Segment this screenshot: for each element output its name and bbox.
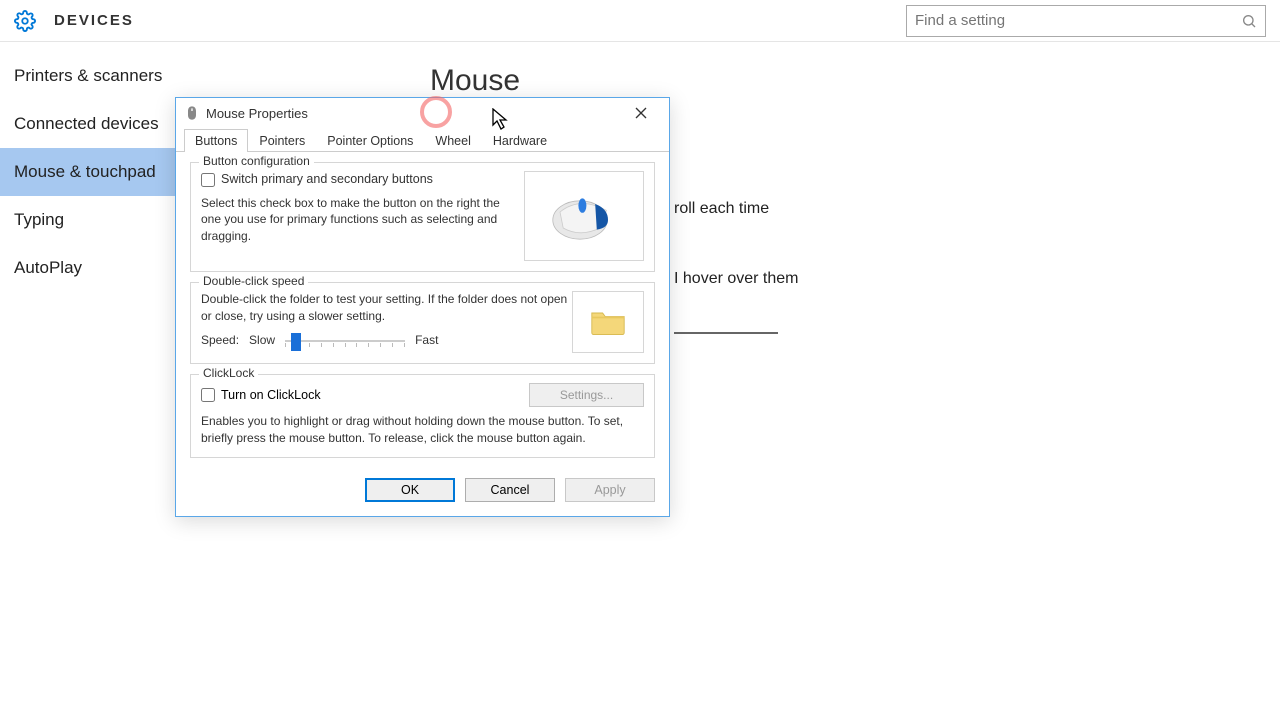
clicklock-desc: Enables you to highlight or drag without… (201, 413, 644, 447)
clicklock-row[interactable]: Turn on ClickLock (201, 388, 321, 402)
bg-underline (674, 332, 778, 334)
cursor-icon (492, 108, 510, 130)
group-clicklock: ClickLock Turn on ClickLock Settings... … (190, 374, 655, 458)
section-title: DEVICES (54, 12, 134, 29)
switch-buttons-row[interactable]: Switch primary and secondary buttons (201, 171, 516, 189)
cancel-button[interactable]: Cancel (465, 478, 555, 502)
mouse-icon (184, 105, 200, 121)
clicklock-settings-button: Settings... (529, 383, 644, 407)
clicklock-label: Turn on ClickLock (221, 388, 321, 402)
search-box[interactable] (906, 5, 1266, 37)
slow-label: Slow (249, 332, 275, 349)
group-legend-dc: Double-click speed (199, 274, 308, 288)
speed-label: Speed: (201, 332, 239, 349)
slider-thumb[interactable] (291, 333, 301, 351)
ok-button[interactable]: OK (365, 478, 455, 502)
button-config-desc: Select this check box to make the button… (201, 195, 516, 245)
bg-text: roll each time I hover over them (674, 200, 799, 340)
mouse-properties-dialog: Mouse Properties Buttons Pointers Pointe… (175, 97, 670, 517)
gear-icon (14, 10, 36, 32)
close-button[interactable] (621, 101, 661, 125)
search-input[interactable] (915, 12, 1241, 29)
click-indicator (420, 96, 452, 128)
tab-pointer-options[interactable]: Pointer Options (316, 129, 424, 152)
group-legend-cl: ClickLock (199, 366, 258, 380)
fast-label: Fast (415, 332, 438, 349)
tab-buttons[interactable]: Buttons (184, 129, 248, 152)
group-double-click: Double-click speed Double-click the fold… (190, 282, 655, 364)
close-icon (635, 107, 647, 119)
group-button-config: Button configuration Switch primary and … (190, 162, 655, 272)
mouse-drawing-icon (544, 186, 624, 246)
tab-wheel[interactable]: Wheel (424, 129, 481, 152)
speed-slider[interactable] (285, 331, 405, 351)
apply-button: Apply (565, 478, 655, 502)
test-folder[interactable] (572, 291, 644, 353)
search-icon (1241, 13, 1257, 29)
page-title: Mouse (430, 64, 1250, 98)
clicklock-checkbox[interactable] (201, 388, 215, 402)
group-legend: Button configuration (199, 154, 314, 168)
dialog-tabs: Buttons Pointers Pointer Options Wheel H… (176, 128, 669, 152)
tab-pointers[interactable]: Pointers (248, 129, 316, 152)
double-click-desc: Double-click the folder to test your set… (201, 291, 572, 325)
dialog-title: Mouse Properties (206, 106, 308, 121)
dialog-buttons: OK Cancel Apply (176, 468, 669, 516)
mouse-illustration (524, 171, 644, 261)
folder-icon (590, 307, 626, 337)
tab-hardware[interactable]: Hardware (482, 129, 558, 152)
sidebar-item-printers[interactable]: Printers & scanners (0, 52, 400, 100)
switch-buttons-label: Switch primary and secondary buttons (221, 171, 433, 189)
switch-buttons-checkbox[interactable] (201, 173, 215, 187)
header-bar: DEVICES (0, 0, 1280, 42)
